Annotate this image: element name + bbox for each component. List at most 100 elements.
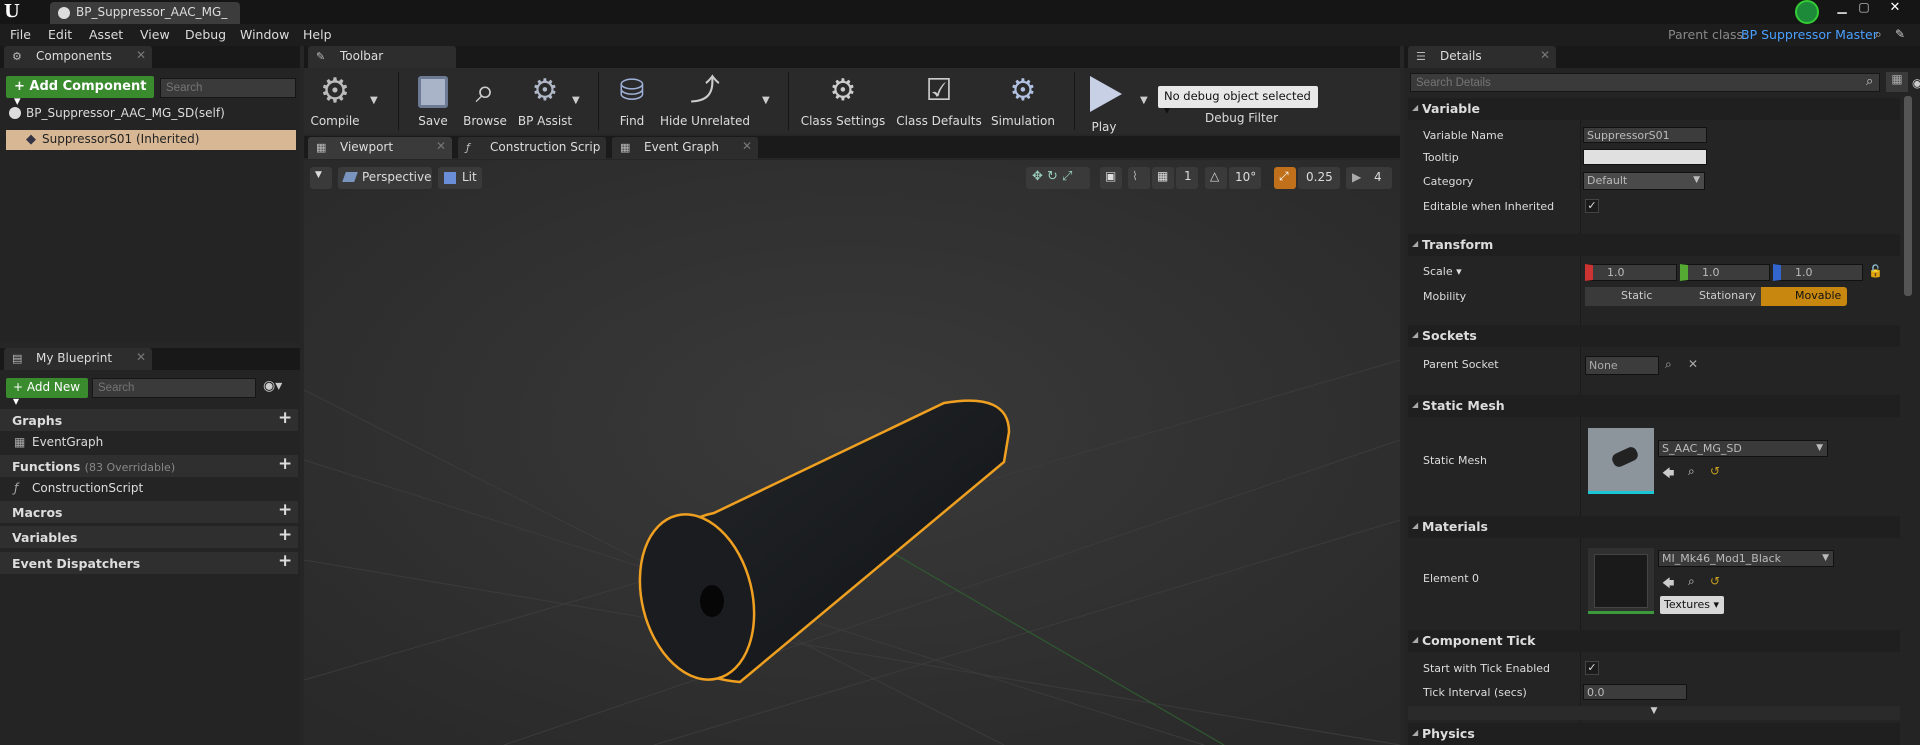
find-button[interactable]: ⛁ Find (608, 72, 656, 128)
scale-z-field[interactable]: 1.0 (1773, 264, 1863, 281)
tick-interval-field[interactable]: 0.0 (1583, 684, 1687, 700)
unreal-logo-icon[interactable]: U (4, 1, 24, 23)
rotation-snap-value[interactable]: 10° (1229, 167, 1261, 189)
component-suppressor[interactable]: ◆ SuppressorS01 (Inherited) (6, 130, 296, 150)
viewport[interactable] (304, 160, 1400, 745)
material-thumbnail[interactable] (1588, 548, 1654, 614)
menu-debug[interactable]: Debug (185, 27, 226, 42)
close-icon[interactable]: ✕ (136, 48, 146, 62)
macros-section[interactable]: Macros (0, 501, 298, 523)
world-local-toggle[interactable]: ▣ (1100, 167, 1122, 189)
eye-icon[interactable]: ◉▾ (263, 378, 282, 394)
tab-components[interactable]: ⚙ Components ✕ (4, 46, 152, 68)
menu-edit[interactable]: Edit (48, 27, 72, 42)
play-button[interactable]: Play (1082, 72, 1126, 134)
transform-section[interactable]: Transform (1408, 234, 1900, 256)
class-settings-button[interactable]: ⚙ Class Settings (796, 72, 890, 128)
materials-section[interactable]: Materials (1408, 516, 1900, 538)
tab-construction-script[interactable]: ƒ Construction Scrip (458, 137, 606, 159)
material-dropdown[interactable]: MI_Mk46_Mod1_Black ▼ (1658, 550, 1834, 567)
add-component-button[interactable]: + Add Component ▾ (6, 76, 154, 109)
scale-snap-value[interactable]: 0.25 (1298, 167, 1340, 189)
play-options-dropdown[interactable]: ▼ (1140, 95, 1148, 106)
close-icon[interactable]: ✕ (136, 350, 146, 364)
viewport-scene[interactable] (304, 160, 1400, 745)
transform-tools[interactable]: ✥ ↻ ⤢ (1026, 167, 1090, 189)
expand-advanced-button[interactable]: ▼ (1408, 706, 1900, 720)
textures-dropdown[interactable]: Textures ▾ (1660, 596, 1724, 614)
add-graph-button[interactable]: + (278, 408, 292, 428)
use-selected-icon[interactable]: 🡄 (1662, 464, 1674, 485)
scale-x-field[interactable]: 1.0 (1585, 264, 1677, 281)
tab-details[interactable]: ☰ Details ✕ (1408, 46, 1556, 68)
reset-icon[interactable]: ↺ (1710, 464, 1720, 478)
eye-icon[interactable]: ◉▾ (1912, 76, 1920, 90)
rotation-snap-icon[interactable]: △ (1205, 167, 1227, 189)
tooltip-field[interactable] (1583, 149, 1707, 165)
menu-window[interactable]: Window (240, 27, 289, 42)
tab-viewport[interactable]: ▦ Viewport ✕ (308, 137, 452, 159)
clear-icon[interactable]: ✕ (1688, 357, 1698, 371)
minimize-button[interactable]: ▁ (1834, 0, 1850, 16)
grid-snap-icon[interactable]: ▦ (1152, 167, 1174, 189)
simulation-button[interactable]: ⚙ Simulation (988, 72, 1058, 128)
graphs-section[interactable]: Graphs (0, 409, 298, 431)
menu-help[interactable]: Help (303, 27, 332, 42)
edit-icon[interactable]: ✎ (1895, 27, 1905, 41)
blueprint-search-input[interactable] (92, 378, 256, 398)
close-icon[interactable]: ✕ (742, 139, 752, 153)
lock-icon[interactable]: 🔓 (1868, 264, 1883, 278)
viewport-options-dropdown[interactable]: ▼ (310, 167, 332, 189)
component-tick-section[interactable]: Component Tick (1408, 630, 1900, 652)
browse-icon[interactable]: ⌕ (1688, 464, 1695, 479)
static-mesh-thumbnail[interactable] (1588, 428, 1654, 494)
variables-section[interactable]: Variables (0, 526, 298, 548)
hide-unrelated-dropdown[interactable]: ▼ (762, 95, 770, 106)
details-scrollbar[interactable] (1904, 96, 1912, 296)
editable-inherited-checkbox[interactable]: ✓ (1585, 199, 1599, 213)
debug-object-select[interactable]: No debug object selected ▾ (1158, 86, 1318, 117)
add-new-button[interactable]: + Add New ▾ (6, 378, 88, 408)
tab-my-blueprint[interactable]: ▤ My Blueprint ✕ (4, 348, 152, 370)
use-selected-icon[interactable]: 🡄 (1662, 574, 1674, 595)
close-icon[interactable]: ✕ (436, 139, 446, 153)
bp-assist-button[interactable]: ⚙ BP Assist (514, 72, 576, 128)
component-self[interactable]: BP_Suppressor_AAC_MG_SD(self) (6, 104, 298, 124)
close-icon[interactable]: ✕ (1540, 48, 1550, 62)
event-graph-item[interactable]: ▦ EventGraph (14, 434, 294, 452)
surface-snap-icon[interactable]: ⌇ (1128, 167, 1150, 189)
category-dropdown[interactable]: Default ▼ (1583, 172, 1705, 190)
lit-button[interactable]: Lit (438, 167, 482, 189)
hide-unrelated-button[interactable]: ⤴ Hide Unrelated (660, 72, 750, 128)
mobility-stationary-button[interactable]: Stationary (1669, 287, 1761, 306)
search-icon[interactable]: ⌕ (1875, 27, 1882, 42)
browse-icon[interactable]: ⌕ (1688, 574, 1695, 589)
menu-asset[interactable]: Asset (89, 27, 123, 42)
sockets-section[interactable]: Sockets (1408, 325, 1900, 347)
maximize-button[interactable]: ▢ (1856, 0, 1872, 16)
start-tick-checkbox[interactable]: ✓ (1585, 661, 1599, 675)
class-defaults-button[interactable]: ☑ Class Defaults (892, 72, 986, 128)
document-tab[interactable]: BP_Suppressor_AAC_MG_ (50, 2, 240, 24)
variable-section[interactable]: Variable (1408, 98, 1900, 120)
camera-speed-button[interactable]: ▶ 4 (1346, 167, 1392, 189)
components-search-input[interactable] (160, 78, 296, 98)
scale-y-field[interactable]: 1.0 (1680, 264, 1770, 281)
mobility-movable-button[interactable]: Movable (1761, 287, 1847, 306)
scale-snap-icon[interactable]: ⤢ (1274, 167, 1296, 189)
scale-label[interactable]: Scale ▾ (1423, 265, 1462, 278)
bp-assist-dropdown[interactable]: ▼ (572, 95, 580, 106)
event-dispatchers-section[interactable]: Event Dispatchers (0, 552, 298, 574)
static-mesh-dropdown[interactable]: S_AAC_MG_SD ▼ (1658, 440, 1828, 457)
tab-toolbar[interactable]: ✎ Toolbar (308, 46, 456, 68)
reset-icon[interactable]: ↺ (1710, 574, 1720, 588)
close-window-button[interactable]: ✕ (1880, 0, 1910, 16)
menu-view[interactable]: View (140, 27, 170, 42)
browse-button[interactable]: ⌕ Browse (460, 72, 510, 128)
add-dispatcher-button[interactable]: + (278, 551, 292, 571)
variable-name-field[interactable]: SuppressorS01 (1583, 127, 1707, 143)
parent-socket-field[interactable]: None (1585, 356, 1659, 375)
compile-button[interactable]: ⚙ Compile (308, 72, 362, 128)
physics-section[interactable]: Physics (1408, 723, 1900, 745)
grid-size-button[interactable]: 1 (1176, 167, 1198, 189)
